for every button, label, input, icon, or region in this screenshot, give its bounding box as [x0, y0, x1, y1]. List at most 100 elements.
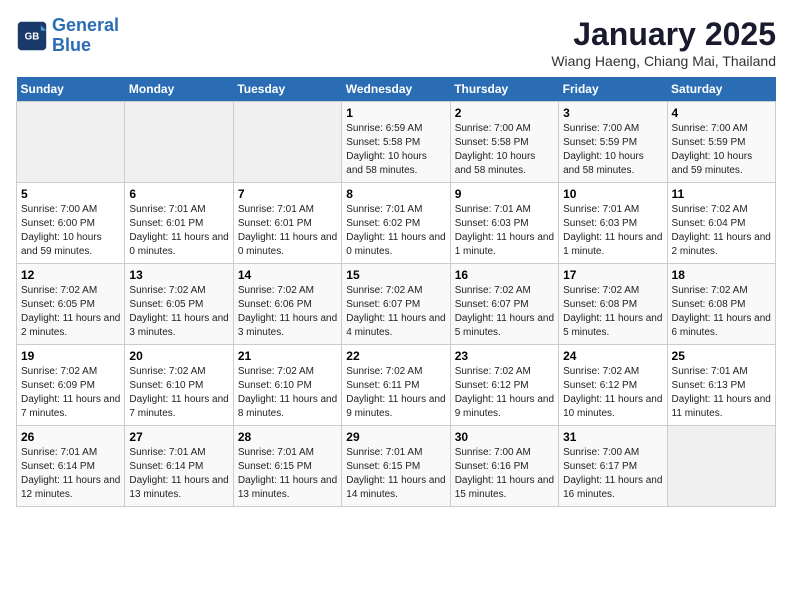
calendar-cell: 26 Sunrise: 7:01 AM Sunset: 6:14 PM Dayli… — [17, 426, 125, 507]
weekday-header-row: SundayMondayTuesdayWednesdayThursdayFrid… — [17, 77, 776, 102]
calendar-cell: 18 Sunrise: 7:02 AM Sunset: 6:08 PM Dayli… — [667, 264, 775, 345]
day-info: Sunrise: 7:02 AM Sunset: 6:07 PM Dayligh… — [346, 284, 445, 340]
svg-text:GB: GB — [25, 31, 40, 42]
day-info: Sunrise: 7:01 AM Sunset: 6:03 PM Dayligh… — [455, 203, 554, 259]
calendar-cell: 20 Sunrise: 7:02 AM Sunset: 6:10 PM Dayli… — [125, 345, 233, 426]
calendar-title: January 2025 — [551, 16, 776, 53]
day-info: Sunrise: 7:02 AM Sunset: 6:11 PM Dayligh… — [346, 365, 445, 421]
day-number: 19 — [21, 349, 120, 363]
day-info: Sunrise: 7:01 AM Sunset: 6:03 PM Dayligh… — [563, 203, 662, 259]
calendar-cell: 16 Sunrise: 7:02 AM Sunset: 6:07 PM Dayli… — [450, 264, 558, 345]
day-info: Sunrise: 7:01 AM Sunset: 6:01 PM Dayligh… — [129, 203, 228, 259]
day-info: Sunrise: 7:00 AM Sunset: 5:59 PM Dayligh… — [672, 122, 771, 178]
day-info: Sunrise: 7:02 AM Sunset: 6:10 PM Dayligh… — [129, 365, 228, 421]
day-number: 7 — [238, 187, 337, 201]
day-number: 5 — [21, 187, 120, 201]
calendar-cell: 2 Sunrise: 7:00 AM Sunset: 5:58 PM Daylig… — [450, 102, 558, 183]
calendar-cell: 24 Sunrise: 7:02 AM Sunset: 6:12 PM Dayli… — [559, 345, 667, 426]
day-info: Sunrise: 7:00 AM Sunset: 5:59 PM Dayligh… — [563, 122, 662, 178]
calendar-cell: 29Sunrise: 7:01 AM Sunset: 6:15 PM Dayli… — [342, 426, 450, 507]
logo-icon: GB — [16, 20, 48, 52]
day-info: Sunrise: 7:01 AM Sunset: 6:15 PM Dayligh… — [346, 446, 445, 502]
weekday-header-saturday: Saturday — [667, 77, 775, 102]
day-number: 2 — [455, 106, 554, 120]
day-info: Sunrise: 7:02 AM Sunset: 6:12 PM Dayligh… — [455, 365, 554, 421]
weekday-header-sunday: Sunday — [17, 77, 125, 102]
day-info: Sunrise: 7:01 AM Sunset: 6:02 PM Dayligh… — [346, 203, 445, 259]
calendar-table: SundayMondayTuesdayWednesdayThursdayFrid… — [16, 77, 776, 507]
day-number: 14 — [238, 268, 337, 282]
calendar-cell: 28Sunrise: 7:01 AM Sunset: 6:15 PM Dayli… — [233, 426, 341, 507]
week-row-5: 26 Sunrise: 7:01 AM Sunset: 6:14 PM Dayli… — [17, 426, 776, 507]
day-number: 25 — [672, 349, 771, 363]
calendar-cell: 22 Sunrise: 7:02 AM Sunset: 6:11 PM Dayli… — [342, 345, 450, 426]
day-number: 15 — [346, 268, 445, 282]
day-number: 13 — [129, 268, 228, 282]
day-info: Sunrise: 7:02 AM Sunset: 6:07 PM Dayligh… — [455, 284, 554, 340]
week-row-2: 5 Sunrise: 7:00 AM Sunset: 6:00 PM Daylig… — [17, 183, 776, 264]
title-block: January 2025 Wiang Haeng, Chiang Mai, Th… — [551, 16, 776, 69]
day-number: 8 — [346, 187, 445, 201]
day-number: 24 — [563, 349, 662, 363]
calendar-cell: 19 Sunrise: 7:02 AM Sunset: 6:09 PM Dayli… — [17, 345, 125, 426]
calendar-cell: 5 Sunrise: 7:00 AM Sunset: 6:00 PM Daylig… — [17, 183, 125, 264]
logo-line1: General — [52, 15, 119, 35]
day-info: Sunrise: 7:02 AM Sunset: 6:05 PM Dayligh… — [129, 284, 228, 340]
week-row-3: 12 Sunrise: 7:02 AM Sunset: 6:05 PM Dayli… — [17, 264, 776, 345]
weekday-header-wednesday: Wednesday — [342, 77, 450, 102]
calendar-cell — [233, 102, 341, 183]
calendar-cell: 6 Sunrise: 7:01 AM Sunset: 6:01 PM Daylig… — [125, 183, 233, 264]
day-info: Sunrise: 7:02 AM Sunset: 6:08 PM Dayligh… — [672, 284, 771, 340]
day-info: Sunrise: 7:02 AM Sunset: 6:12 PM Dayligh… — [563, 365, 662, 421]
day-number: 11 — [672, 187, 771, 201]
calendar-cell: 21 Sunrise: 7:02 AM Sunset: 6:10 PM Dayli… — [233, 345, 341, 426]
weekday-header-monday: Monday — [125, 77, 233, 102]
calendar-cell: 7 Sunrise: 7:01 AM Sunset: 6:01 PM Daylig… — [233, 183, 341, 264]
calendar-cell: 14Sunrise: 7:02 AM Sunset: 6:06 PM Dayli… — [233, 264, 341, 345]
calendar-cell: 9Sunrise: 7:01 AM Sunset: 6:03 PM Daylig… — [450, 183, 558, 264]
calendar-cell: 8 Sunrise: 7:01 AM Sunset: 6:02 PM Daylig… — [342, 183, 450, 264]
calendar-cell — [125, 102, 233, 183]
day-number: 18 — [672, 268, 771, 282]
day-number: 16 — [455, 268, 554, 282]
day-info: Sunrise: 7:00 AM Sunset: 6:17 PM Dayligh… — [563, 446, 662, 502]
calendar-cell: 10Sunrise: 7:01 AM Sunset: 6:03 PM Dayli… — [559, 183, 667, 264]
calendar-cell: 17Sunrise: 7:02 AM Sunset: 6:08 PM Dayli… — [559, 264, 667, 345]
day-number: 26 — [21, 430, 120, 444]
day-info: Sunrise: 7:01 AM Sunset: 6:14 PM Dayligh… — [129, 446, 228, 502]
day-number: 20 — [129, 349, 228, 363]
day-info: Sunrise: 7:02 AM Sunset: 6:09 PM Dayligh… — [21, 365, 120, 421]
day-info: Sunrise: 7:01 AM Sunset: 6:14 PM Dayligh… — [21, 446, 120, 502]
week-row-4: 19 Sunrise: 7:02 AM Sunset: 6:09 PM Dayli… — [17, 345, 776, 426]
day-number: 23 — [455, 349, 554, 363]
day-number: 22 — [346, 349, 445, 363]
calendar-cell — [667, 426, 775, 507]
day-number: 1 — [346, 106, 445, 120]
logo: GB General Blue — [16, 16, 119, 56]
day-number: 17 — [563, 268, 662, 282]
day-info: Sunrise: 7:02 AM Sunset: 6:10 PM Dayligh… — [238, 365, 337, 421]
calendar-cell: 11 Sunrise: 7:02 AM Sunset: 6:04 PM Dayli… — [667, 183, 775, 264]
day-number: 3 — [563, 106, 662, 120]
day-number: 21 — [238, 349, 337, 363]
calendar-cell: 1Sunrise: 6:59 AM Sunset: 5:58 PM Daylig… — [342, 102, 450, 183]
logo-text: General Blue — [52, 16, 119, 56]
calendar-cell: 27Sunrise: 7:01 AM Sunset: 6:14 PM Dayli… — [125, 426, 233, 507]
day-number: 4 — [672, 106, 771, 120]
weekday-header-friday: Friday — [559, 77, 667, 102]
calendar-cell: 4 Sunrise: 7:00 AM Sunset: 5:59 PM Daylig… — [667, 102, 775, 183]
calendar-cell: 25Sunrise: 7:01 AM Sunset: 6:13 PM Dayli… — [667, 345, 775, 426]
calendar-cell: 23 Sunrise: 7:02 AM Sunset: 6:12 PM Dayli… — [450, 345, 558, 426]
day-info: Sunrise: 7:02 AM Sunset: 6:04 PM Dayligh… — [672, 203, 771, 259]
logo-line2: Blue — [52, 35, 91, 55]
day-number: 6 — [129, 187, 228, 201]
day-info: Sunrise: 7:01 AM Sunset: 6:15 PM Dayligh… — [238, 446, 337, 502]
day-info: Sunrise: 7:00 AM Sunset: 6:00 PM Dayligh… — [21, 203, 120, 259]
day-info: Sunrise: 7:00 AM Sunset: 5:58 PM Dayligh… — [455, 122, 554, 178]
calendar-subtitle: Wiang Haeng, Chiang Mai, Thailand — [551, 53, 776, 69]
calendar-cell: 3 Sunrise: 7:00 AM Sunset: 5:59 PM Daylig… — [559, 102, 667, 183]
day-info: Sunrise: 7:01 AM Sunset: 6:01 PM Dayligh… — [238, 203, 337, 259]
calendar-cell: 31Sunrise: 7:00 AM Sunset: 6:17 PM Dayli… — [559, 426, 667, 507]
day-number: 12 — [21, 268, 120, 282]
page-header: GB General Blue January 2025 Wiang Haeng… — [16, 16, 776, 69]
